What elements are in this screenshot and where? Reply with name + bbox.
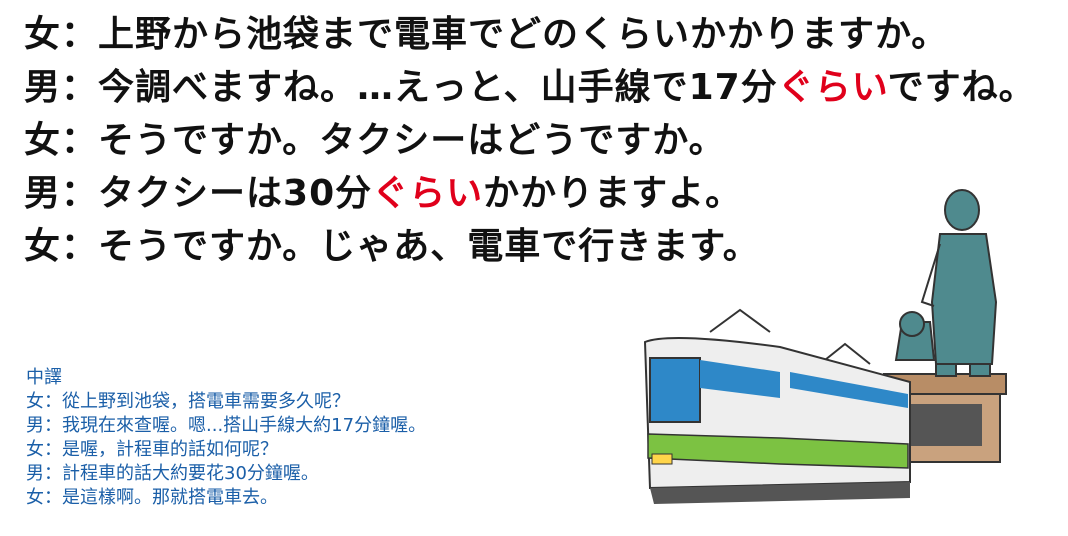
translation-heading: 中譯	[26, 367, 62, 388]
translation-line: 男：計程車的話大約要花30分鐘喔。	[26, 463, 319, 484]
dialogue-line: 女：上野から池袋まで電車でどのくらいかかりますか。	[24, 14, 949, 55]
translation-line: 女：是喔，計程車的話如何呢？	[26, 439, 278, 460]
translation-line: 女：是這樣啊。那就搭電車去。	[26, 487, 278, 508]
dog-icon	[894, 311, 936, 361]
translation-line: 女：從上野到池袋，搭電車需要多久呢？	[26, 391, 350, 412]
dialogue-line: 男：今調べますね。…えっと、山手線で17分ぐらいですね。	[24, 67, 1036, 108]
dialogue-line: 女：そうですか。タクシーはどうですか。	[24, 120, 726, 161]
translation-line: 男：我現在來查喔。嗯...搭山手線大約17分鐘喔。	[26, 415, 427, 436]
train-icon	[643, 308, 911, 504]
illustration	[643, 189, 1007, 504]
chinese-translation: 中譯 女：從上野到池袋，搭電車需要多久呢？ 男：我現在來查喔。嗯...搭山手線大…	[26, 366, 426, 510]
